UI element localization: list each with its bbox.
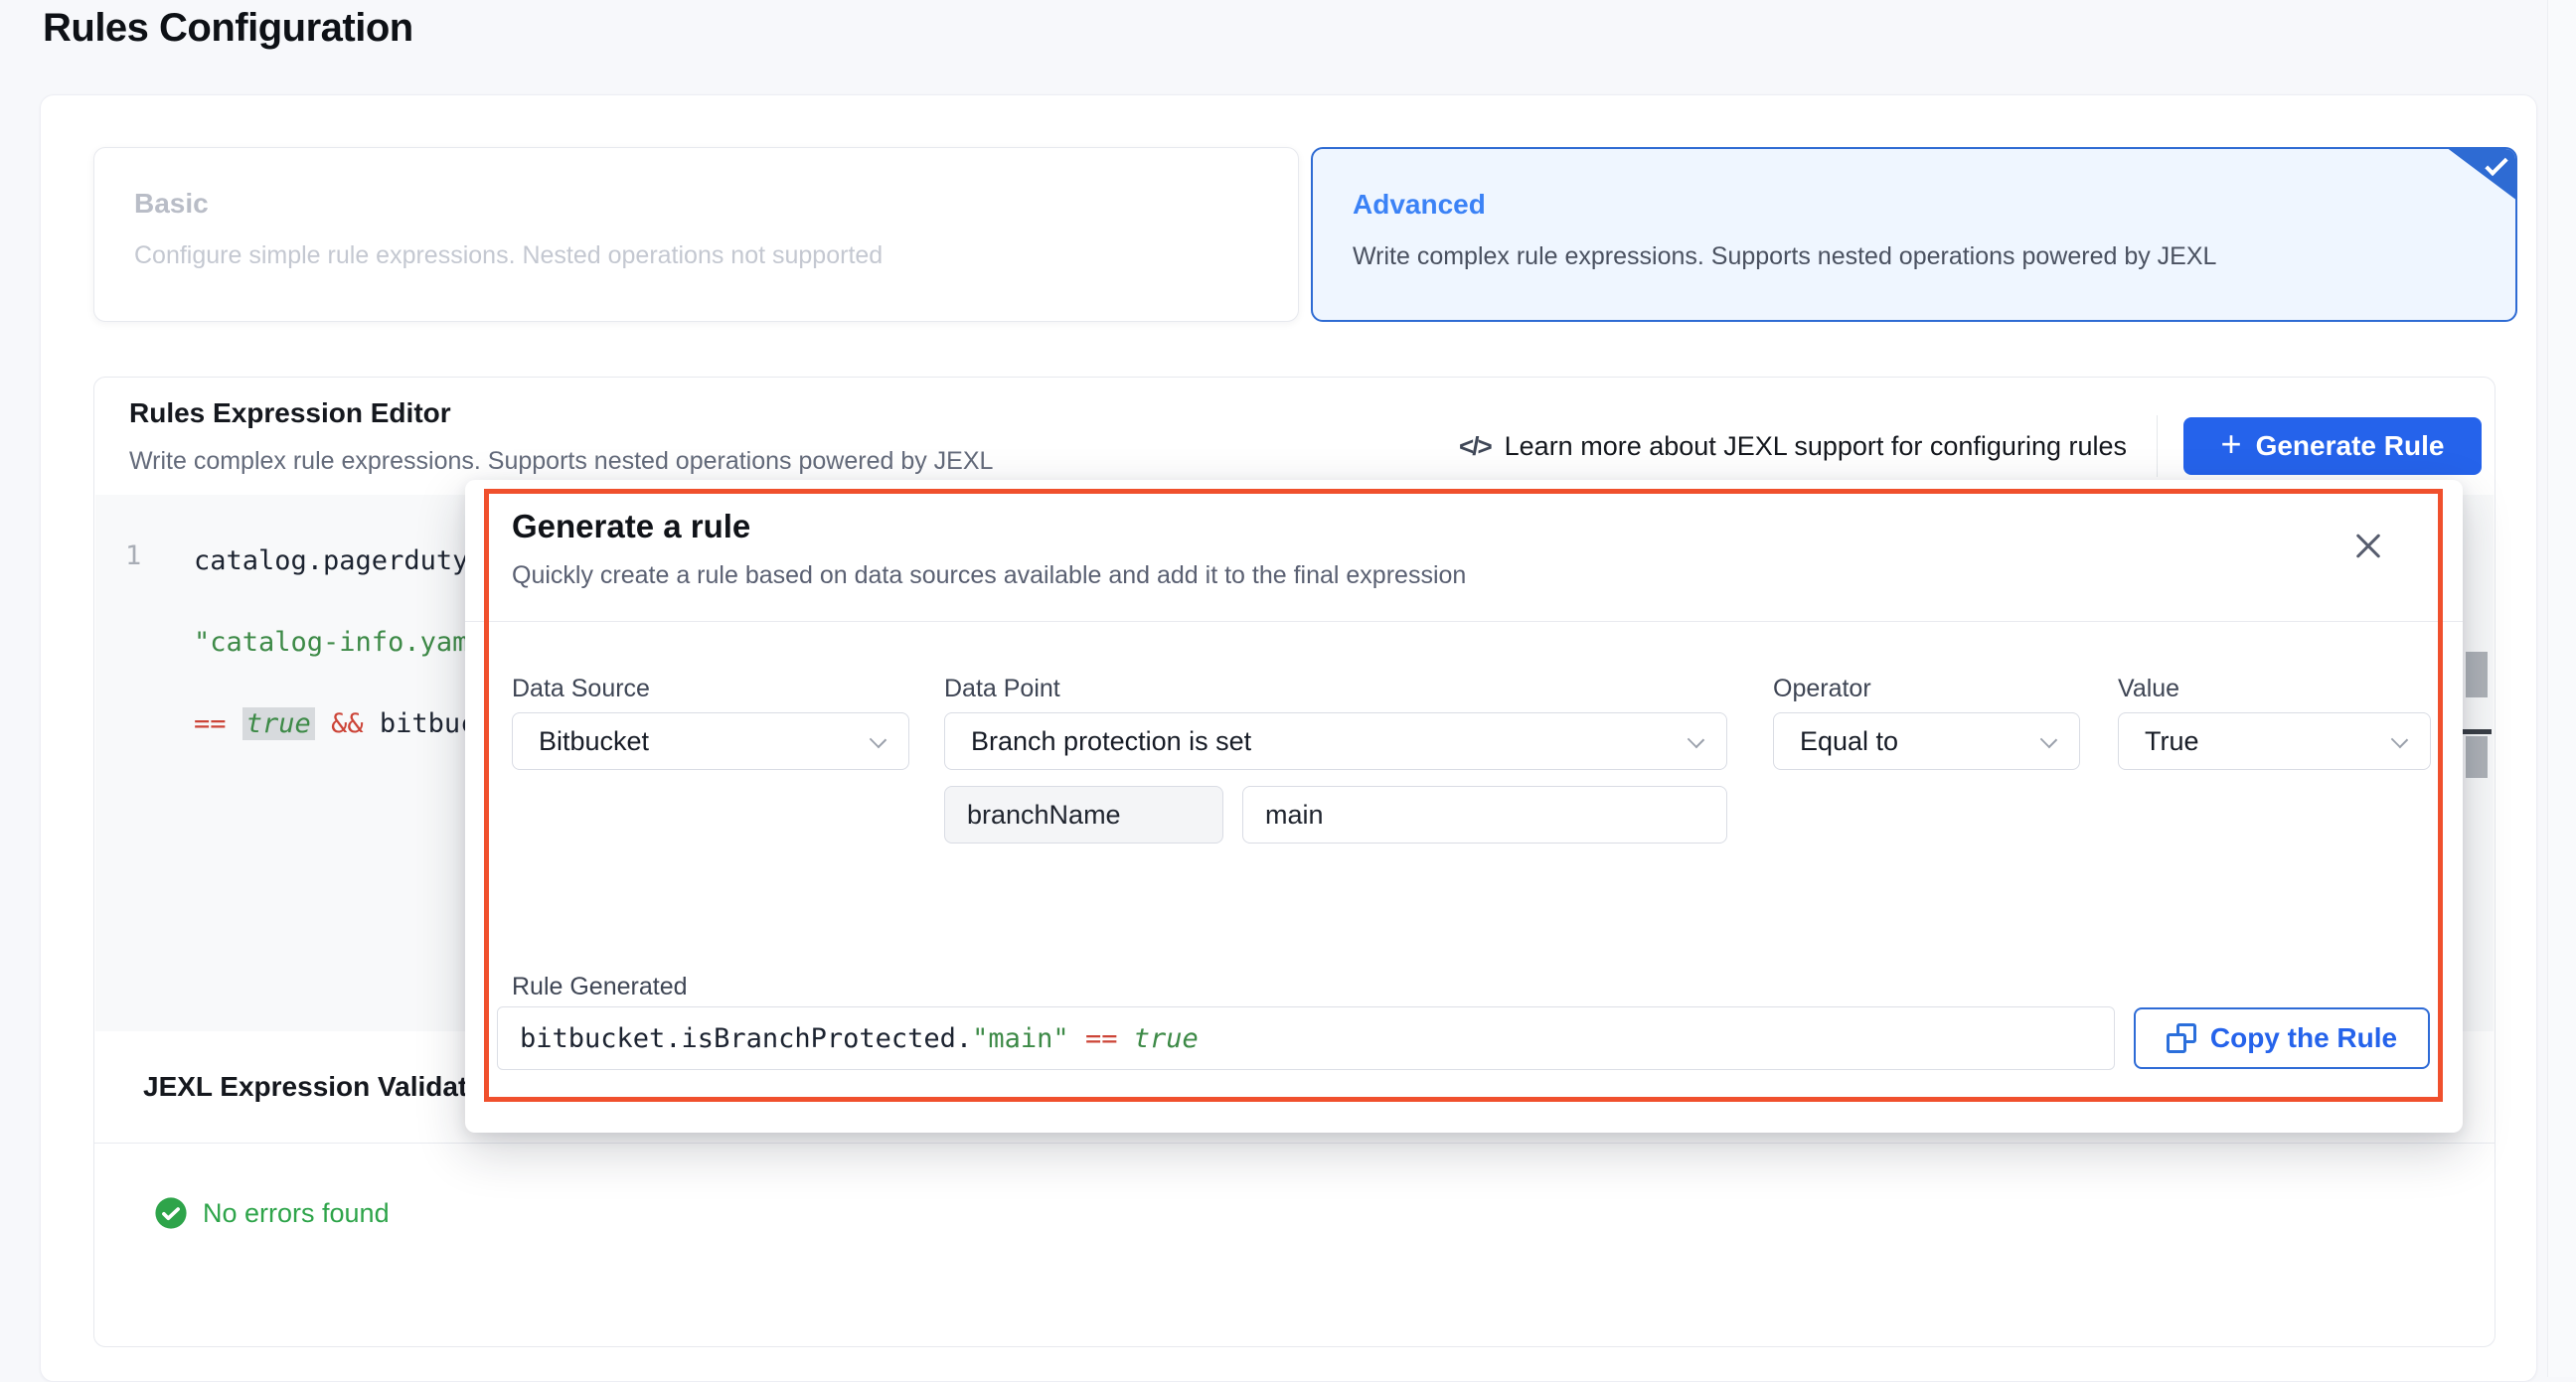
data-point-select[interactable]: Branch protection is set (944, 712, 1727, 770)
learn-more-label: Learn more about JEXL support for config… (1505, 431, 2127, 462)
code-content: catalog.pagerduty "catalog-info.yam == t… (194, 540, 493, 744)
code-operator-and: && (331, 708, 364, 739)
plus-icon: + (2221, 426, 2242, 462)
data-point-label: Data Point (944, 675, 1060, 703)
rule-operator: == (1085, 1023, 1118, 1054)
editor-header-actions: </> Learn more about JEXL support for co… (1459, 415, 2482, 477)
value-value: True (2145, 726, 2199, 757)
editor-scrollbar-thumb[interactable] (2466, 652, 2488, 697)
editor-title: Rules Expression Editor (129, 397, 451, 429)
selected-badge (2446, 147, 2517, 201)
line-number: 1 (125, 540, 141, 571)
chevron-down-icon (870, 731, 886, 748)
value-select[interactable]: True (2118, 712, 2431, 770)
page-scrollbar[interactable] (2547, 0, 2576, 1377)
chevron-down-icon (2391, 731, 2408, 748)
header-divider (2157, 415, 2158, 477)
value-label: Value (2118, 675, 2179, 703)
data-source-value: Bitbucket (539, 726, 649, 757)
tab-basic[interactable]: Basic Configure simple rule expressions.… (93, 147, 1299, 322)
rule-generated-output: bitbucket.isBranchProtected."main" == tr… (497, 1006, 2115, 1070)
page-title: Rules Configuration (43, 6, 413, 51)
operator-select[interactable]: Equal to (1773, 712, 2080, 770)
tab-advanced-title: Advanced (1353, 189, 1486, 221)
param-value-input[interactable] (1242, 786, 1727, 844)
param-name-input[interactable] (944, 786, 1223, 844)
check-icon (2485, 153, 2507, 176)
editor-subtitle: Write complex rule expressions. Supports… (129, 447, 993, 476)
tab-advanced-description: Write complex rule expressions. Supports… (1353, 242, 2216, 271)
rule-generated-label: Rule Generated (512, 973, 688, 1001)
data-point-value: Branch protection is set (971, 726, 1251, 757)
editor-scrollbar-thumb[interactable] (2466, 736, 2488, 778)
validation-heading: JEXL Expression Validation (143, 1071, 509, 1103)
operator-value: Equal to (1800, 726, 1898, 757)
close-icon[interactable] (2351, 530, 2385, 563)
generate-rule-button-label: Generate Rule (2256, 430, 2445, 462)
modal-title: Generate a rule (512, 508, 750, 545)
code-row-1: catalog.pagerduty (194, 545, 468, 576)
modal-divider (465, 621, 2463, 622)
chevron-down-icon (2040, 731, 2057, 748)
check-circle-icon (154, 1196, 188, 1230)
code-row-2: "catalog-info.yam (194, 627, 468, 658)
tab-basic-description: Configure simple rule expressions. Neste… (134, 241, 883, 270)
tab-advanced[interactable]: Advanced Write complex rule expressions.… (1311, 147, 2517, 322)
data-source-select[interactable]: Bitbucket (512, 712, 909, 770)
editor-scrollbar-marker (2458, 729, 2492, 734)
rule-value: true (1134, 1023, 1199, 1054)
copy-rule-button-label: Copy the Rule (2210, 1022, 2397, 1054)
learn-more-jexl-link[interactable]: </> Learn more about JEXL support for co… (1459, 431, 2127, 462)
modal-subtitle: Quickly create a rule based on data sour… (512, 561, 1466, 590)
rule-string: "main" (972, 1023, 1069, 1054)
validation-status-text: No errors found (203, 1198, 390, 1229)
generate-rule-modal: Generate a rule Quickly create a rule ba… (465, 480, 2463, 1133)
tab-basic-title: Basic (134, 188, 209, 220)
chevron-down-icon (1688, 731, 1704, 748)
validation-status: No errors found (154, 1196, 390, 1230)
code-icon: </> (1459, 431, 1491, 462)
data-source-label: Data Source (512, 675, 650, 703)
copy-rule-button[interactable]: Copy the Rule (2134, 1007, 2430, 1069)
copy-icon (2167, 1023, 2196, 1053)
code-operator-eq: == (194, 708, 227, 739)
generate-rule-button[interactable]: + Generate Rule (2183, 417, 2482, 475)
rule-base: bitbucket.isBranchProtected. (520, 1023, 972, 1054)
section-divider (94, 1143, 2495, 1144)
operator-label: Operator (1773, 675, 1871, 703)
code-true-literal: true (242, 707, 315, 740)
